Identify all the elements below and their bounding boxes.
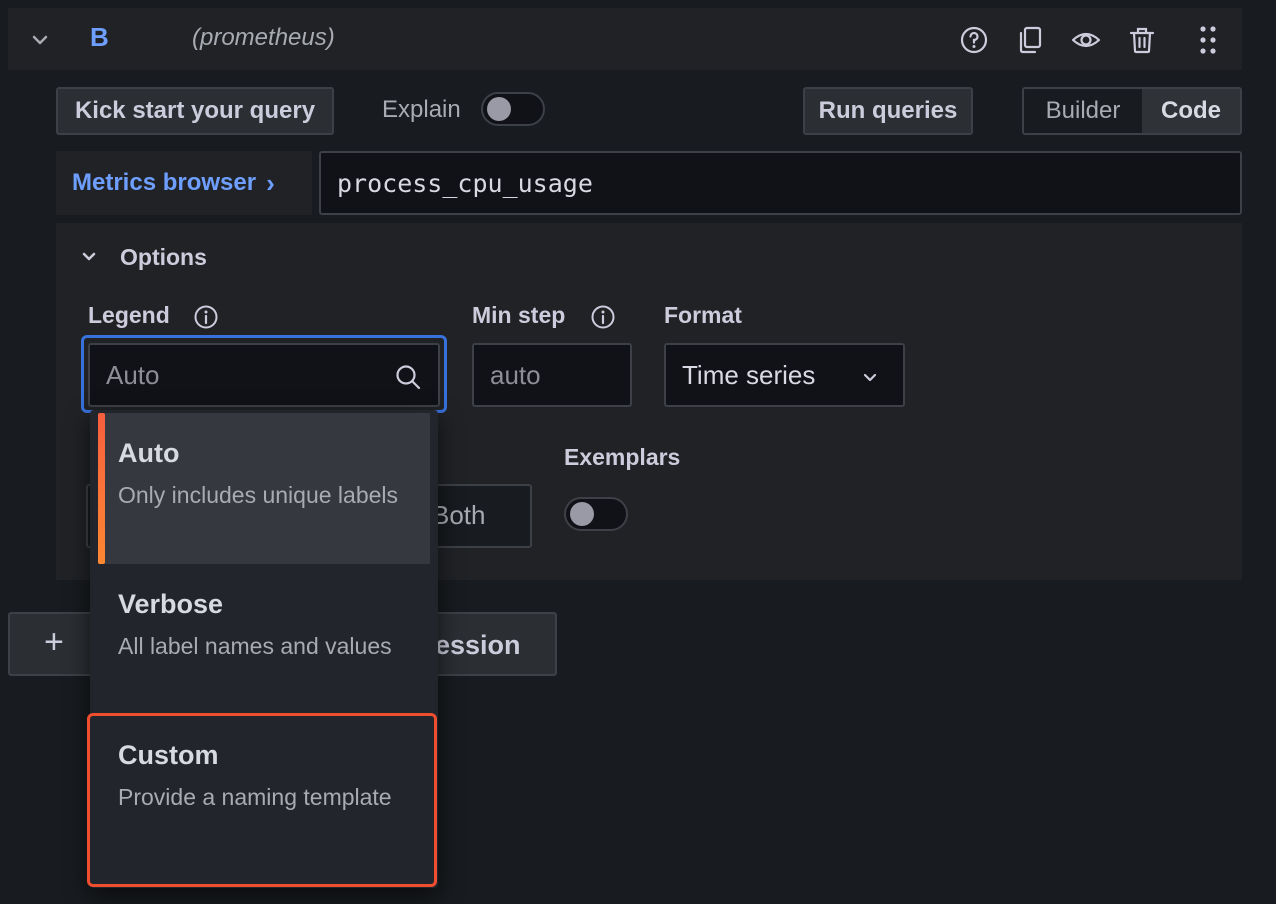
explain-toggle-knob (487, 97, 511, 121)
format-label: Format (664, 302, 742, 328)
legend-option-description: Only includes unique labels (118, 482, 399, 508)
legend-option-title: Custom (118, 740, 219, 770)
options-title[interactable]: Options (120, 244, 207, 271)
help-icon[interactable] (958, 24, 990, 56)
legend-label: Legend (88, 302, 170, 328)
eye-icon[interactable] (1070, 24, 1102, 56)
min-step-info-icon[interactable] (589, 303, 617, 331)
legend-option-verbose[interactable]: Verbose All label names and values (90, 564, 438, 715)
add-query-label-right: ession (435, 630, 521, 660)
exemplars-toggle-knob (570, 502, 594, 526)
copy-icon[interactable] (1014, 24, 1046, 56)
trash-icon[interactable] (1126, 24, 1158, 56)
builder-mode-button[interactable]: Builder (1024, 89, 1142, 133)
query-expression-input[interactable]: process_cpu_usage (319, 151, 1242, 215)
type-option-both[interactable]: Both (432, 500, 486, 531)
code-mode-button[interactable]: Code (1142, 89, 1240, 133)
chevron-down-icon (859, 366, 881, 388)
min-step-input[interactable]: auto (472, 343, 632, 407)
active-indicator (98, 413, 105, 564)
exemplars-toggle[interactable] (564, 497, 628, 531)
legend-info-icon[interactable] (192, 303, 220, 331)
legend-option-custom[interactable]: Custom Provide a naming template (90, 715, 438, 866)
kick-start-query-button[interactable]: Kick start your query (56, 87, 334, 135)
min-step-label: Min step (472, 302, 566, 328)
legend-options-menu: Auto Only includes unique labels Verbose… (90, 410, 438, 888)
legend-option-description: All label names and values (118, 633, 392, 659)
legend-combobox-input[interactable]: Auto (88, 343, 440, 407)
legend-placeholder: Auto (106, 359, 160, 390)
metrics-browser-label: Metrics browser (72, 169, 257, 196)
run-queries-button[interactable]: Run queries (803, 87, 973, 135)
explain-label: Explain (382, 96, 461, 123)
legend-option-title: Auto (118, 438, 180, 468)
editor-mode-toggle: Builder Code (1022, 87, 1242, 135)
format-select-value: Time series (682, 359, 816, 390)
drag-handle-icon[interactable] (1192, 24, 1224, 56)
exemplars-label: Exemplars (564, 444, 681, 470)
search-icon (394, 363, 422, 391)
legend-option-description: Provide a naming template (118, 784, 392, 810)
plus-icon: + (44, 623, 64, 661)
query-ref-id[interactable]: B (90, 22, 109, 53)
datasource-name: (prometheus) (192, 24, 335, 51)
explain-toggle[interactable] (481, 92, 545, 126)
format-select[interactable]: Time series (664, 343, 905, 407)
collapse-chevron-icon[interactable] (26, 26, 54, 54)
chevron-right-icon: › (266, 167, 275, 198)
options-chevron-icon[interactable] (76, 244, 102, 270)
legend-option-auto[interactable]: Auto Only includes unique labels (98, 413, 430, 564)
legend-option-title: Verbose (118, 589, 224, 619)
metrics-browser-button[interactable]: Metrics browser › (56, 151, 312, 215)
